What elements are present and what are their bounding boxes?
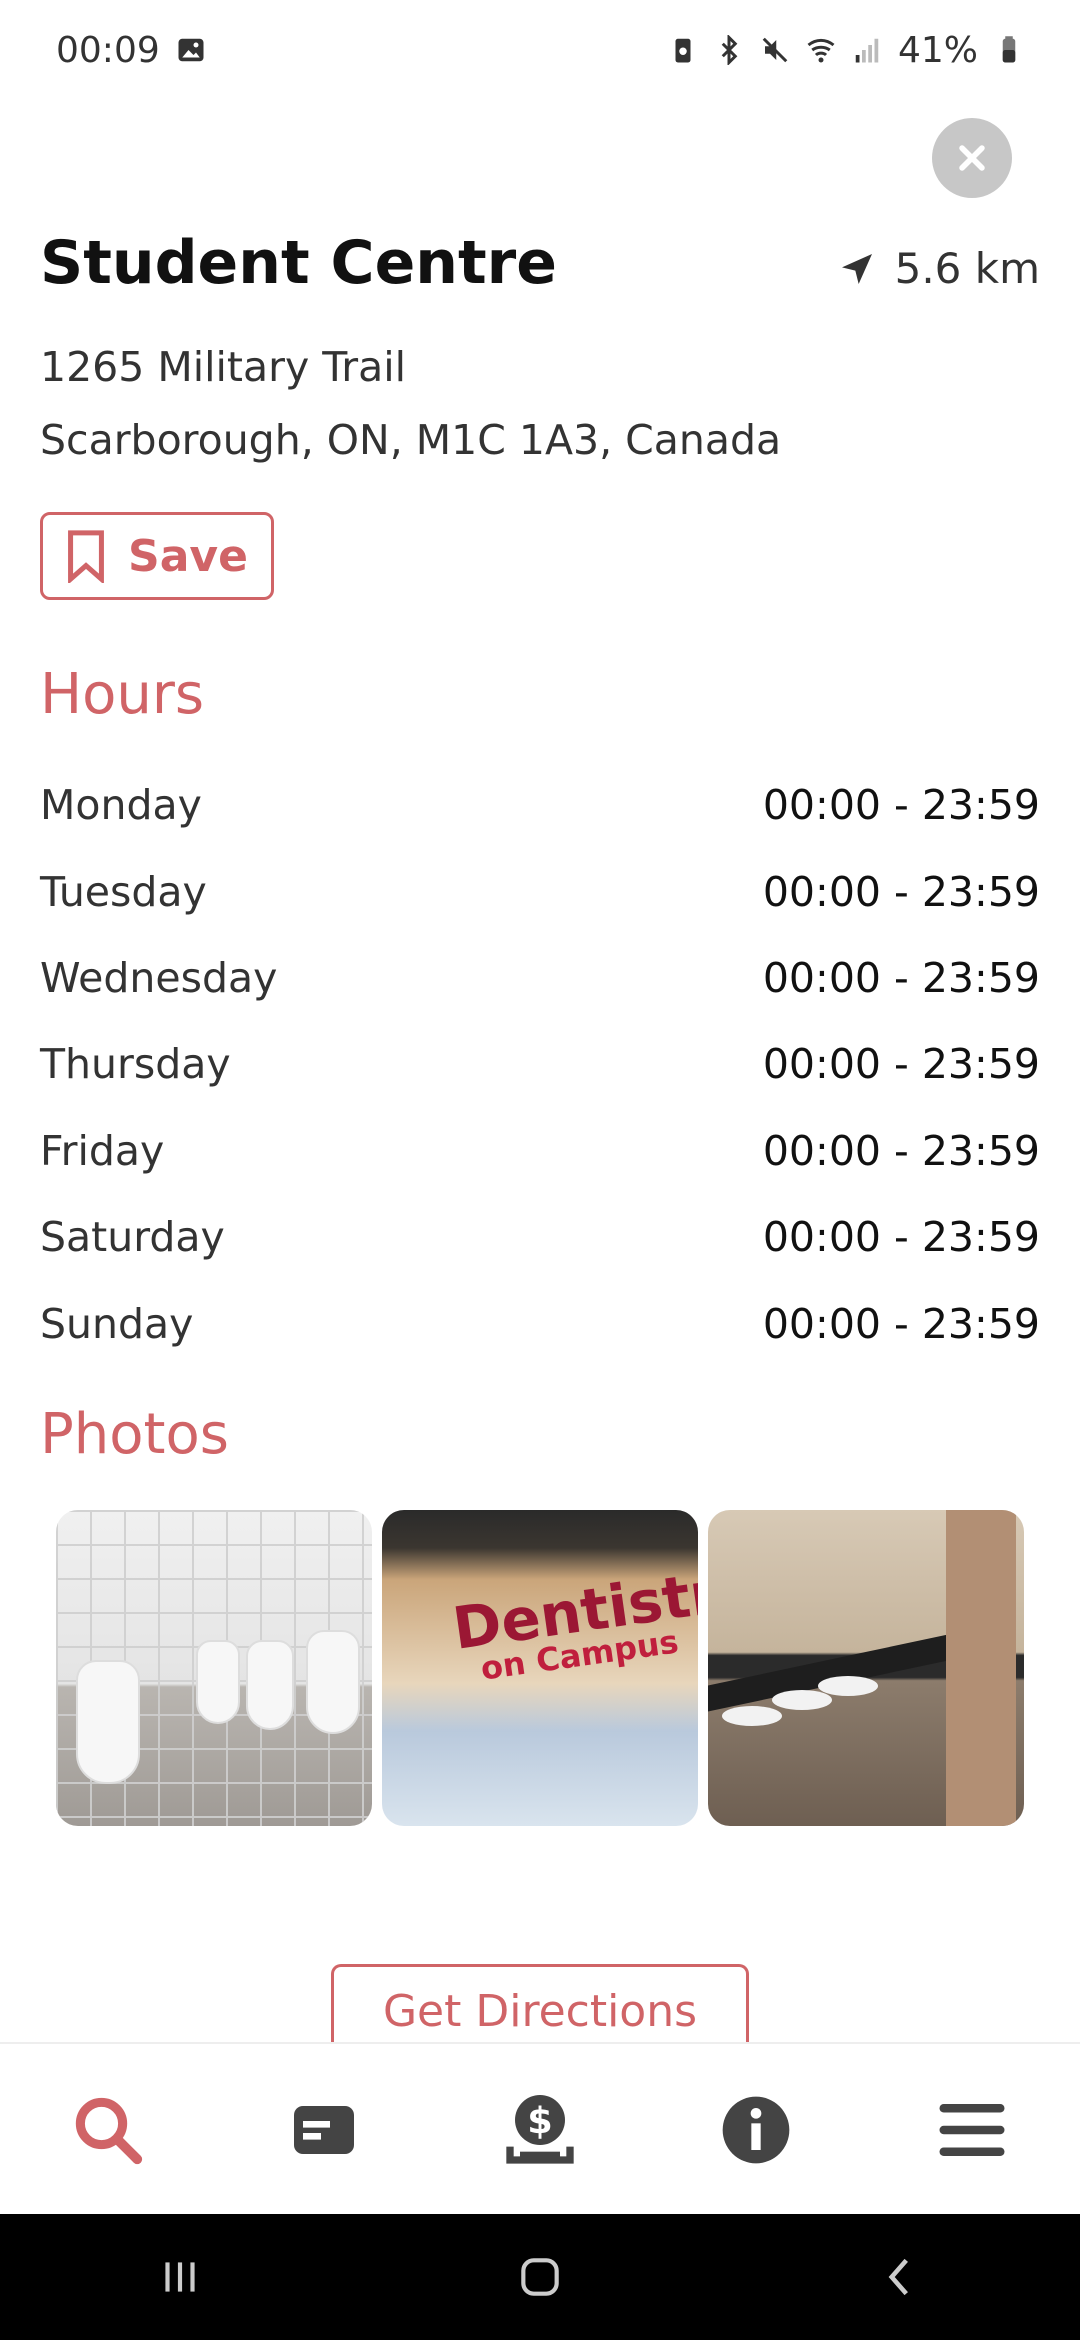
wifi-icon: [807, 38, 835, 63]
close-icon: [959, 145, 985, 171]
urinal: [306, 1630, 360, 1734]
hours-row: Thursday 00:00 - 23:59: [40, 1021, 1040, 1107]
distance-text: 5.6 km: [894, 244, 1040, 293]
hours-row: Wednesday 00:00 - 23:59: [40, 935, 1040, 1021]
sink: [818, 1676, 878, 1696]
status-time: 00:09: [56, 29, 160, 71]
status-bar: 00:09 41%: [0, 0, 1080, 100]
close-button[interactable]: [932, 118, 1012, 198]
tab-search[interactable]: [58, 2080, 158, 2180]
tab-info[interactable]: [706, 2080, 806, 2180]
bluetooth-icon: [721, 35, 738, 65]
home-icon[interactable]: [515, 2252, 565, 2302]
tab-payments[interactable]: $: [490, 2080, 590, 2180]
time-range: 00:00 - 23:59: [762, 1126, 1040, 1175]
card-icon: [294, 2106, 354, 2154]
sink: [722, 1706, 782, 1726]
place-title: Student Centre: [40, 228, 557, 298]
time-range: 00:00 - 23:59: [762, 867, 1040, 916]
day-label: Thursday: [40, 1040, 231, 1089]
distance-indicator: 5.6 km: [837, 244, 1040, 293]
day-label: Wednesday: [40, 953, 278, 1002]
urinal: [196, 1640, 240, 1724]
signal-icon: [855, 38, 879, 63]
get-directions-label: Get Directions: [382, 1986, 698, 2037]
navigation-arrow-icon: [841, 253, 872, 284]
stall-door: [946, 1510, 1016, 1826]
system-nav-bar: [0, 2214, 1080, 2340]
day-label: Sunday: [40, 1299, 194, 1348]
recent-apps-icon[interactable]: [155, 2252, 205, 2302]
day-label: Tuesday: [40, 867, 207, 916]
bottom-tab-bar: $: [0, 2042, 1080, 2216]
photo-washroom-sinks[interactable]: [708, 1510, 1024, 1826]
battery-saver-icon: [675, 38, 691, 63]
hours-row: Monday 00:00 - 23:59: [40, 762, 1040, 848]
save-button[interactable]: Save: [40, 512, 274, 600]
address-line-1: 1265 Military Trail: [40, 343, 407, 391]
image-icon: [178, 38, 204, 62]
mute-icon: [762, 37, 788, 63]
hours-heading: Hours: [40, 662, 205, 727]
time-range: 00:00 - 23:59: [762, 1040, 1040, 1089]
hours-row: Sunday 00:00 - 23:59: [40, 1280, 1040, 1366]
battery-icon: [1002, 36, 1016, 63]
photo-dentistry-sign[interactable]: Dentistry on Campus: [382, 1510, 698, 1826]
hours-row: Friday 00:00 - 23:59: [40, 1108, 1040, 1194]
day-label: Friday: [40, 1126, 165, 1175]
hours-row: Tuesday 00:00 - 23:59: [40, 848, 1040, 934]
tab-cards[interactable]: [274, 2080, 374, 2180]
tab-menu[interactable]: [922, 2080, 1022, 2180]
day-label: Saturday: [40, 1213, 225, 1262]
photo-gallery: Dentistry on Campus: [56, 1510, 1024, 1826]
money-icon: $: [506, 2095, 574, 2164]
hours-row: Saturday 00:00 - 23:59: [40, 1194, 1040, 1280]
photos-heading: Photos: [40, 1402, 229, 1467]
time-range: 00:00 - 23:59: [762, 1213, 1040, 1262]
battery-percent: 41%: [897, 29, 978, 71]
svg-text:$: $: [527, 2099, 553, 2142]
save-label: Save: [128, 530, 248, 582]
hours-table: Monday 00:00 - 23:59 Tuesday 00:00 - 23:59…: [40, 762, 1040, 1367]
address-line-2: Scarborough, ON, M1C 1A3, Canada: [40, 416, 782, 464]
sink: [772, 1690, 832, 1710]
back-icon[interactable]: [875, 2252, 925, 2302]
urinal: [76, 1660, 140, 1784]
search-icon: [75, 2097, 143, 2165]
info-icon: [722, 2096, 790, 2164]
day-label: Monday: [40, 781, 202, 830]
time-range: 00:00 - 23:59: [762, 953, 1040, 1002]
bookmark-icon: [68, 530, 104, 583]
time-range: 00:00 - 23:59: [762, 1299, 1040, 1348]
urinal: [246, 1640, 294, 1730]
menu-icon: [939, 2104, 1005, 2156]
time-range: 00:00 - 23:59: [762, 781, 1040, 830]
photo-washroom-urinals[interactable]: [56, 1510, 372, 1826]
